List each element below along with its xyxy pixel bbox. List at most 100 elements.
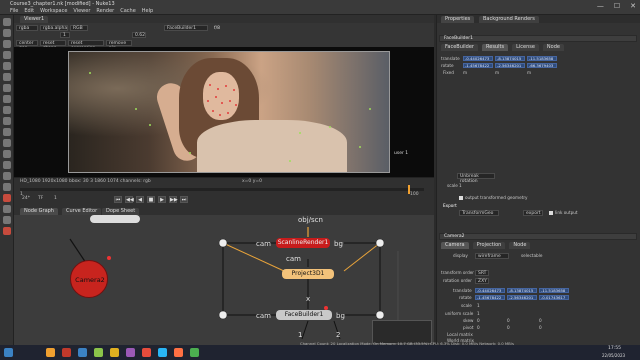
unbreak-rotation-button[interactable]: Unbreak rotation xyxy=(457,173,495,184)
face-pin[interactable] xyxy=(221,102,223,104)
fast-forward-button[interactable]: ▶▶ xyxy=(169,196,178,203)
scale-value[interactable]: 1 xyxy=(459,183,462,188)
skew-z-value[interactable]: 0 xyxy=(539,318,542,323)
face-pin[interactable] xyxy=(217,88,219,90)
metadata-tool-icon[interactable] xyxy=(2,139,11,147)
uniform-scale-value[interactable]: 1 xyxy=(477,311,480,316)
other-tool-icon[interactable] xyxy=(2,183,11,191)
transform-order-dropdown[interactable]: SRT xyxy=(475,270,489,276)
channels-dropdown[interactable]: rgba xyxy=(16,25,38,31)
camera-translate-y-field[interactable]: -8.13874015 xyxy=(507,288,537,293)
camera-scale-value[interactable]: 1 xyxy=(477,303,480,308)
rotate-z-field[interactable]: -66.3679403 xyxy=(527,63,557,68)
camera-rotate-x-field[interactable]: -1.45678422 xyxy=(475,295,505,300)
face-pin[interactable] xyxy=(225,85,227,87)
tab-node-graph[interactable]: Node Graph xyxy=(20,208,58,215)
face-pin[interactable] xyxy=(235,104,237,106)
face-pin[interactable] xyxy=(212,110,214,112)
close-button[interactable]: ✕ xyxy=(630,2,636,10)
camera-translate-z-field[interactable]: -11.5183658 xyxy=(539,288,569,293)
filter-tool-icon[interactable] xyxy=(2,73,11,81)
camera-node[interactable]: Camera2 xyxy=(70,260,108,298)
last-frame-button[interactable]: ⏭ xyxy=(180,196,188,203)
keentools-icon[interactable] xyxy=(2,194,11,202)
menu-render[interactable]: Render xyxy=(96,8,114,14)
cara-vr-tool-icon[interactable] xyxy=(2,216,11,224)
reset-shape-button[interactable]: reset shape xyxy=(40,40,66,51)
gain-field[interactable]: 1 xyxy=(60,32,70,38)
taskbar-app-icon[interactable] xyxy=(110,348,119,357)
particles-tool-icon[interactable] xyxy=(2,150,11,158)
reset-expression-button[interactable]: reset expression xyxy=(68,40,104,51)
taskbar-app-icon[interactable] xyxy=(62,348,71,357)
tab-dope-sheet[interactable]: Dope Sheet xyxy=(102,208,140,215)
local-matrix-label[interactable]: Local matrix xyxy=(447,332,473,337)
face-pin[interactable] xyxy=(219,114,221,116)
image-tool-icon[interactable] xyxy=(2,18,11,26)
range-dropdown[interactable]: TF xyxy=(38,196,43,201)
translate-y-field[interactable]: -8.13874015 xyxy=(495,56,525,61)
tab-camera[interactable]: Camera xyxy=(441,242,469,249)
time-tool-icon[interactable] xyxy=(2,40,11,48)
translate-x-field[interactable]: -0.44026473 xyxy=(463,56,493,61)
rotation-order-dropdown[interactable]: ZXY xyxy=(475,278,489,284)
tab-background-renders[interactable]: Background Renders xyxy=(479,16,539,23)
current-frame-field[interactable]: 1 xyxy=(54,196,57,201)
facebuilder-node[interactable]: FaceBuilder1 xyxy=(276,310,332,320)
rewind-button[interactable]: ◀◀ xyxy=(125,196,134,203)
views-tool-icon[interactable] xyxy=(2,128,11,136)
export-button[interactable]: export xyxy=(523,210,543,216)
translate-z-field[interactable]: -11.5183658 xyxy=(527,56,557,61)
camera-rotate-y-field[interactable]: -2.56346201 xyxy=(507,295,537,300)
taskbar-app-icon[interactable] xyxy=(190,348,199,357)
tab-viewer1[interactable]: Viewer1 xyxy=(20,16,49,23)
taskbar-app-icon[interactable] xyxy=(142,348,151,357)
menu-workspace[interactable]: Workspace xyxy=(40,8,67,14)
link-output-checkbox[interactable] xyxy=(549,211,553,215)
fps-field[interactable]: 24* xyxy=(22,196,30,201)
rotate-y-field[interactable]: -2.56346201 xyxy=(495,63,525,68)
taskbar-app-icon[interactable] xyxy=(78,348,87,357)
display-dropdown[interactable]: wireframe xyxy=(475,253,509,259)
menu-edit[interactable]: Edit xyxy=(24,8,34,14)
camera-rotate-z-field[interactable]: -0.01743617 xyxy=(539,295,569,300)
node-graph[interactable]: Camera2 obj/scn ScanlineRender1 cam bg c… xyxy=(14,215,434,345)
plugin-tool-icon[interactable] xyxy=(2,227,11,235)
deep-tool-icon[interactable] xyxy=(2,161,11,169)
transform-tool-icon[interactable] xyxy=(2,106,11,114)
tab-curve-editor[interactable]: Curve Editor xyxy=(62,208,102,215)
pivot-y-value[interactable]: 0 xyxy=(507,325,510,330)
output-checkbox[interactable] xyxy=(459,196,463,200)
menu-viewer[interactable]: Viewer xyxy=(73,8,90,14)
center-geo-button[interactable]: center geo xyxy=(16,40,38,51)
export-type-dropdown[interactable]: TransformGeo xyxy=(459,210,499,216)
face-pin[interactable] xyxy=(227,112,229,114)
face-pin[interactable] xyxy=(233,89,235,91)
draw-tool-icon[interactable] xyxy=(2,29,11,37)
skew-x-value[interactable]: 0 xyxy=(477,318,480,323)
maximize-button[interactable]: ☐ xyxy=(614,2,620,10)
tab-license[interactable]: License xyxy=(512,44,539,51)
play-forward-button[interactable]: ▶ xyxy=(158,196,166,203)
taskbar-app-icon[interactable] xyxy=(174,348,183,357)
viewer-viewport[interactable]: user 1 xyxy=(14,47,434,177)
alpha-dropdown[interactable]: rgba.alpha xyxy=(40,25,68,31)
tab-properties[interactable]: Properties xyxy=(441,16,475,23)
menu-file[interactable]: File xyxy=(10,8,18,14)
tab-projection[interactable]: Projection xyxy=(472,242,506,249)
channel-tool-icon[interactable] xyxy=(2,51,11,59)
menu-help[interactable]: Help xyxy=(142,8,153,14)
face-pin[interactable] xyxy=(209,84,211,86)
color-tool-icon[interactable] xyxy=(2,62,11,70)
camera-translate-x-field[interactable]: -0.44026473 xyxy=(475,288,505,293)
skew-y-value[interactable]: 0 xyxy=(507,318,510,323)
face-pin[interactable] xyxy=(207,100,209,102)
taskbar-app-icon[interactable] xyxy=(94,348,103,357)
rotate-x-field[interactable]: -1.45678422 xyxy=(463,63,493,68)
pivot-x-value[interactable]: 0 xyxy=(477,325,480,330)
scanline-render-node[interactable]: ScanlineRender1 xyxy=(276,238,330,248)
tab-results[interactable]: Results xyxy=(482,44,509,51)
toolsets-icon[interactable] xyxy=(2,172,11,180)
face-pin[interactable] xyxy=(229,100,231,102)
facebuilder-properties-header[interactable]: FaceBuilder1 xyxy=(439,35,637,42)
